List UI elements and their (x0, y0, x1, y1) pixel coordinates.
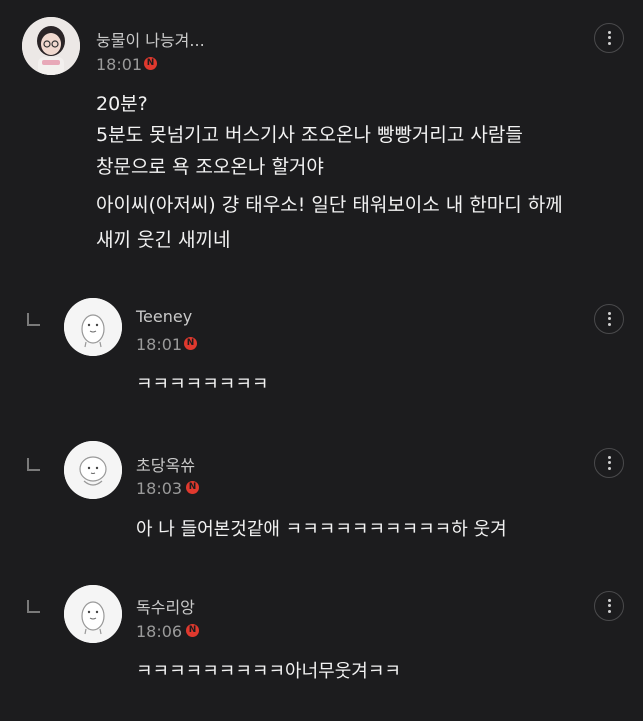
post-body-line-1: 20분? (96, 93, 148, 115)
reply-more-button[interactable] (594, 448, 624, 478)
new-badge: N (186, 624, 199, 637)
reply-arrow-icon (27, 600, 40, 613)
reply-arrow-icon (27, 313, 40, 326)
reply-more-button[interactable] (594, 591, 624, 621)
reply-more-button[interactable] (594, 304, 624, 334)
reply-time: 18:06 (136, 622, 183, 641)
reply-text: ㅋㅋㅋㅋㅋㅋㅋㅋ (136, 374, 269, 395)
reply-avatar[interactable] (64, 585, 122, 643)
default-avatar-icon (64, 298, 122, 356)
post-author-name[interactable]: 눙물이 나능겨... (96, 27, 205, 51)
post-body-line-3: 창문으로 욕 조오온나 할거야 (96, 156, 324, 178)
post-more-button[interactable] (594, 23, 624, 53)
reply-avatar[interactable] (64, 441, 122, 499)
reply-text: ㅋㅋㅋㅋㅋㅋㅋㅋㅋ아너무웃겨ㅋㅋ (136, 661, 401, 682)
default-avatar-icon (64, 441, 122, 499)
reply-text: 아 나 들어본것같애 ㅋㅋㅋㅋㅋㅋㅋㅋㅋㅋ하 웃겨 (136, 519, 507, 540)
new-badge: N (144, 57, 157, 70)
post-body-line-5: 새끼 웃긴 새끼네 (96, 229, 231, 251)
author-avatar[interactable] (22, 17, 80, 75)
reply-author-name[interactable]: 초당옥쓔 (136, 452, 195, 476)
reply-time: 18:01 (136, 335, 183, 354)
post-body-line-2: 5분도 못넘기고 버스기사 조오온나 빵빵거리고 사람들 (96, 124, 523, 146)
reply-arrow-icon (27, 458, 40, 471)
post-body-line-4: 아이씨(아저씨) 걍 태우소! 일단 태워보이소 내 한마디 하께 (96, 194, 563, 216)
default-avatar-icon (64, 585, 122, 643)
reply-time: 18:03 (136, 479, 183, 498)
new-badge: N (184, 337, 197, 350)
reply-author-name[interactable]: 독수리앙 (136, 594, 195, 618)
new-badge: N (186, 481, 199, 494)
post-time: 18:01 (96, 55, 143, 74)
reply-author-name[interactable]: Teeney (136, 307, 192, 326)
avatar-photo-icon (22, 17, 80, 75)
reply-avatar[interactable] (64, 298, 122, 356)
